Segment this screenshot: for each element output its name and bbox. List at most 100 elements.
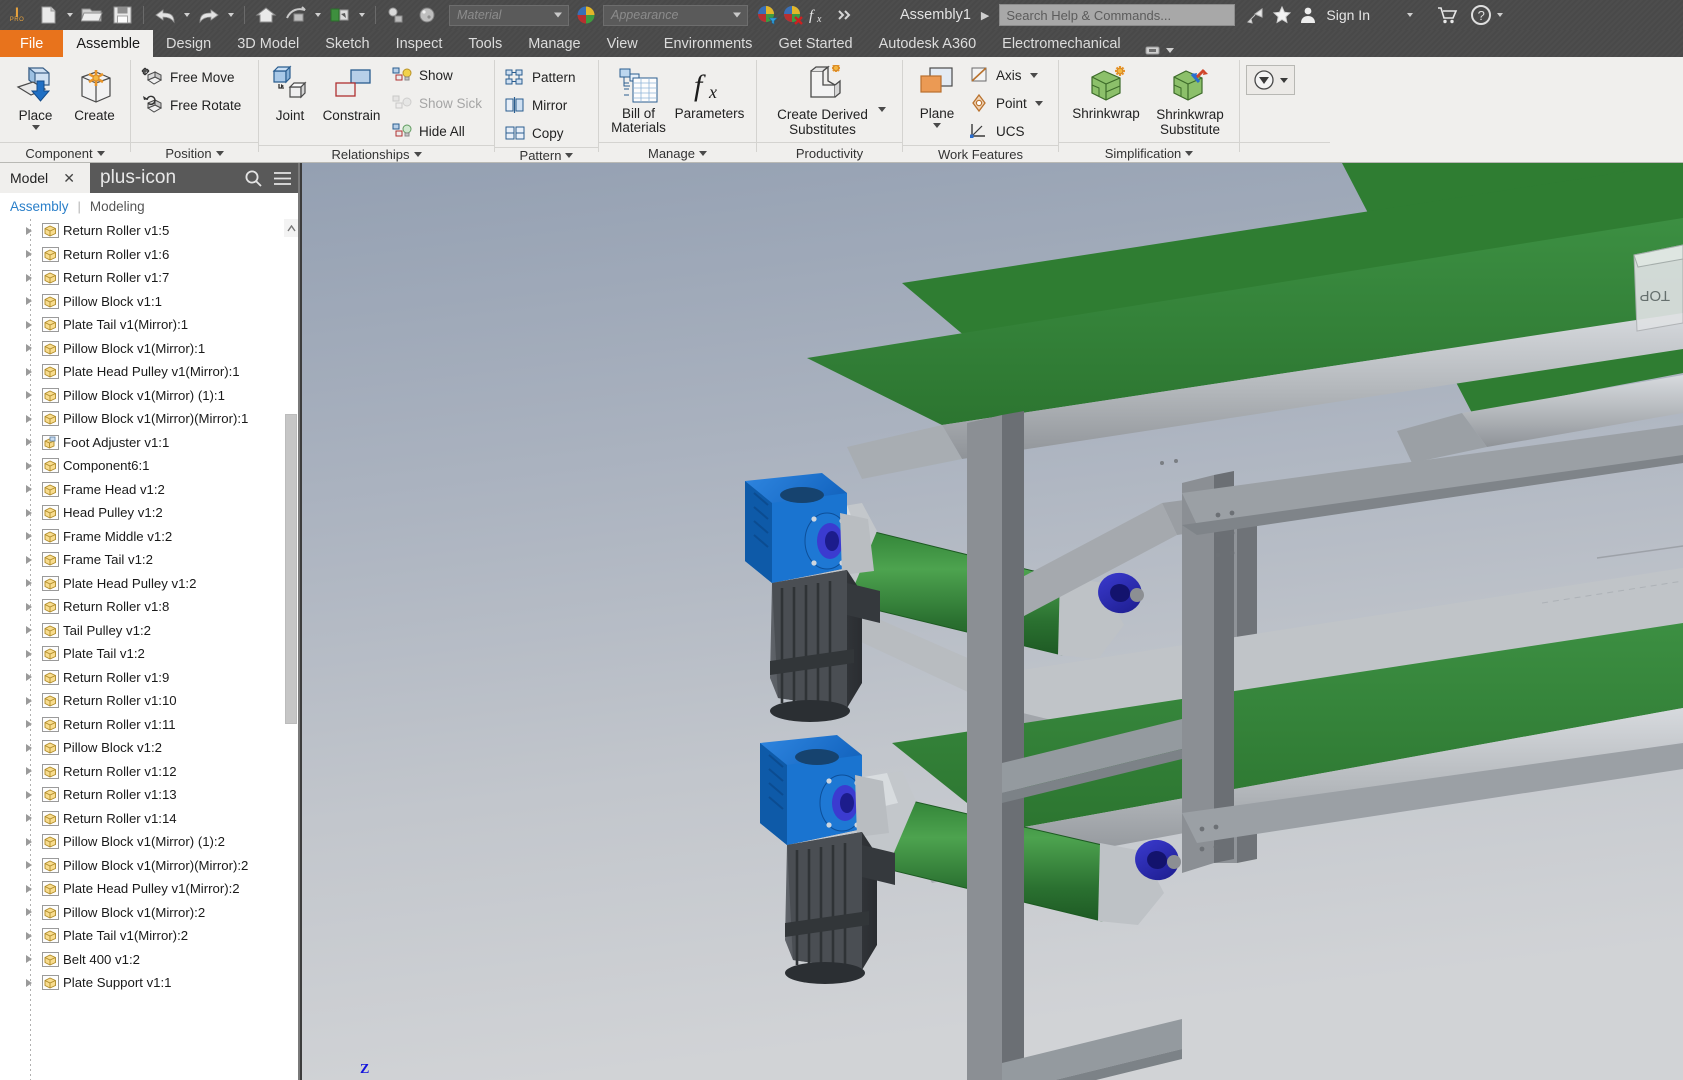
expand-arrow-icon[interactable]	[26, 344, 32, 353]
expand-arrow-icon[interactable]	[26, 250, 32, 259]
sign-in-button[interactable]: Sign In	[1326, 7, 1370, 23]
browser-mode-modeling[interactable]: Modeling	[90, 199, 145, 214]
tree-item[interactable]: Component6:1	[0, 454, 298, 478]
tab-assemble[interactable]: Assemble	[63, 30, 154, 57]
open-folder-icon[interactable]	[78, 2, 106, 28]
color-wheel-clear-icon[interactable]	[780, 2, 806, 28]
tree-item[interactable]: Head Pulley v1:2	[0, 501, 298, 525]
shrinkwrap-substitute-button[interactable]: Shrinkwrap Substitute	[1147, 61, 1233, 137]
panel-relationships-caret[interactable]	[413, 152, 422, 157]
tree-item[interactable]: Return Roller v1:12	[0, 760, 298, 784]
appearance-dropdown-arrow[interactable]	[733, 12, 741, 18]
panel-title-manage[interactable]: Manage	[599, 142, 756, 163]
scrollbar-up-arrow[interactable]	[284, 219, 298, 237]
expand-arrow-icon[interactable]	[26, 720, 32, 729]
expand-arrow-icon[interactable]	[26, 226, 32, 235]
panel-title-pattern[interactable]: Pattern	[495, 147, 598, 163]
appearance-visibility-caret[interactable]	[1280, 77, 1288, 83]
expand-arrow-icon[interactable]	[26, 673, 32, 682]
expand-arrow-icon[interactable]	[26, 461, 32, 470]
expand-arrow-icon[interactable]	[26, 438, 32, 447]
appearance-combobox[interactable]: Appearance	[603, 4, 748, 26]
return-icon[interactable]	[282, 2, 310, 28]
tree-item[interactable]: Plate Head Pulley v1(Mirror):2	[0, 877, 298, 901]
tree-item[interactable]: Return Roller v1:9	[0, 666, 298, 690]
show-relationship-button[interactable]: Show	[388, 61, 488, 89]
plus-icon[interactable]: plus-icon	[90, 168, 186, 188]
browser-tab-model-label[interactable]: Model	[0, 170, 48, 186]
panel-manage-caret[interactable]	[698, 150, 707, 156]
place-component-button[interactable]: Place	[6, 61, 65, 130]
expand-arrow-icon[interactable]	[26, 532, 32, 541]
expand-arrow-icon[interactable]	[26, 320, 32, 329]
tab-electromechanical[interactable]: Electromechanical	[989, 30, 1133, 57]
panel-pattern-caret[interactable]	[565, 153, 574, 158]
panel-title-work-features[interactable]: Work Features	[903, 145, 1058, 163]
axis-dropdown[interactable]	[1029, 72, 1038, 78]
tab-environments[interactable]: Environments	[651, 30, 766, 57]
tab-tools[interactable]: Tools	[455, 30, 515, 57]
tree-item[interactable]: Frame Middle v1:2	[0, 525, 298, 549]
material-combobox[interactable]: Material	[449, 4, 569, 26]
expand-arrow-icon[interactable]	[26, 978, 32, 987]
expand-arrow-icon[interactable]	[26, 508, 32, 517]
ribbon-display-options[interactable]	[1134, 43, 1184, 57]
plane-dropdown[interactable]	[933, 123, 941, 128]
expand-arrow-icon[interactable]	[26, 790, 32, 799]
fx-icon[interactable]: f x	[806, 2, 832, 28]
document-title-arrow[interactable]: ▶	[981, 9, 989, 22]
tree-item[interactable]: Pillow Block v1(Mirror):1	[0, 337, 298, 361]
expand-arrow-icon[interactable]	[26, 955, 32, 964]
color-wheel-filter-icon[interactable]	[754, 2, 780, 28]
panel-title-productivity[interactable]: Productivity	[757, 142, 902, 163]
mirror-button[interactable]: Mirror	[501, 91, 582, 119]
panel-title-component[interactable]: Component	[0, 142, 130, 163]
3d-viewport[interactable]: TOP Z	[302, 163, 1683, 1080]
constrain-button[interactable]: Constrain	[315, 61, 388, 123]
shrinkwrap-button[interactable]: Shrinkwrap	[1065, 61, 1147, 121]
expand-arrow-icon[interactable]	[26, 884, 32, 893]
return-dropdown[interactable]	[312, 2, 324, 28]
help-dropdown[interactable]	[1494, 2, 1506, 28]
tree-item[interactable]: Return Roller v1:13	[0, 783, 298, 807]
panel-title-simplification[interactable]: Simplification	[1059, 142, 1239, 163]
star-icon[interactable]	[1269, 2, 1295, 28]
appearance-visibility-button[interactable]	[1246, 65, 1295, 95]
hamburger-menu-icon[interactable]	[273, 171, 292, 186]
tree-item[interactable]: Pillow Block v1(Mirror):2	[0, 901, 298, 925]
expand-arrow-icon[interactable]	[26, 391, 32, 400]
tree-item[interactable]: Frame Tail v1:2	[0, 548, 298, 572]
tree-item[interactable]: Return Roller v1:10	[0, 689, 298, 713]
create-derived-substitutes-dropdown[interactable]	[877, 107, 886, 112]
expand-arrow-icon[interactable]	[26, 814, 32, 823]
account-dropdown[interactable]	[1404, 2, 1416, 28]
free-move-button[interactable]: Free Move	[137, 63, 247, 91]
close-icon[interactable]: ✕	[60, 169, 78, 187]
expand-arrow-icon[interactable]	[26, 837, 32, 846]
expand-arrow-icon[interactable]	[26, 626, 32, 635]
search-input[interactable]: Search Help & Commands...	[999, 4, 1236, 26]
expand-arrow-icon[interactable]	[26, 273, 32, 282]
home-icon[interactable]	[252, 2, 280, 28]
tree-item[interactable]: Return Roller v1:5	[0, 219, 298, 243]
tab-manage[interactable]: Manage	[515, 30, 593, 57]
expand-arrow-icon[interactable]	[26, 649, 32, 658]
satellite-dish-icon[interactable]	[1243, 2, 1269, 28]
double-chevron-right-icon[interactable]	[832, 2, 858, 28]
plane-button[interactable]: Plane	[909, 61, 965, 128]
tab-view[interactable]: View	[594, 30, 651, 57]
undo-arrow-icon[interactable]	[151, 2, 179, 28]
create-derived-substitutes-button[interactable]: Create Derived Substitutes	[768, 61, 892, 137]
panel-position-caret[interactable]	[215, 150, 224, 156]
tree-item[interactable]: Return Roller v1:14	[0, 807, 298, 831]
expand-arrow-icon[interactable]	[26, 767, 32, 776]
tab-get-started[interactable]: Get Started	[765, 30, 865, 57]
joint-button[interactable]: Joint	[265, 61, 315, 123]
tree-item[interactable]: Plate Head Pulley v1(Mirror):1	[0, 360, 298, 384]
tree-item[interactable]: Plate Tail v1(Mirror):2	[0, 924, 298, 948]
tab-autodesk-a360[interactable]: Autodesk A360	[866, 30, 990, 57]
search-icon[interactable]	[244, 169, 263, 188]
tree-item[interactable]: Pillow Block v1(Mirror)(Mirror):2	[0, 854, 298, 878]
undo-dropdown[interactable]	[181, 2, 193, 28]
new-document-dropdown[interactable]	[64, 2, 76, 28]
